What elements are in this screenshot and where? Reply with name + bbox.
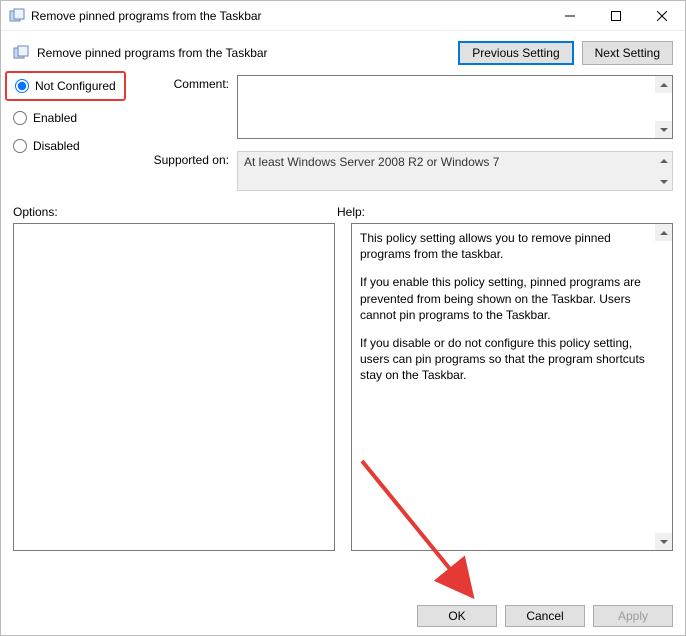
window-controls — [547, 1, 685, 30]
titlebar: Remove pinned programs from the Taskbar — [1, 1, 685, 31]
supported-on-field: At least Windows Server 2008 R2 or Windo… — [237, 151, 673, 191]
radio-not-configured-input[interactable] — [15, 79, 29, 93]
radio-disabled-input[interactable] — [13, 139, 27, 153]
help-label: Help: — [337, 205, 673, 219]
scroll-up-icon[interactable] — [655, 76, 672, 93]
comment-label: Comment: — [151, 75, 229, 91]
ok-button[interactable]: OK — [417, 605, 497, 627]
radio-not-configured[interactable]: Not Configured — [15, 79, 116, 93]
policy-icon — [13, 45, 29, 61]
comment-field[interactable] — [237, 75, 673, 139]
fields-area: Comment: Supported on: At least Windows … — [151, 75, 673, 191]
previous-setting-button[interactable]: Previous Setting — [458, 41, 573, 65]
supported-on-label: Supported on: — [151, 151, 229, 167]
radio-disabled-label: Disabled — [33, 139, 80, 153]
radio-enabled-label: Enabled — [33, 111, 77, 125]
pane-labels: Options: Help: — [1, 191, 685, 223]
window-title: Remove pinned programs from the Taskbar — [31, 9, 547, 23]
help-paragraph: This policy setting allows you to remove… — [360, 230, 664, 262]
state-radios: Not Configured Enabled Disabled — [13, 75, 133, 191]
scroll-down-icon[interactable] — [655, 121, 672, 138]
help-paragraph: If you disable or do not configure this … — [360, 335, 664, 384]
supported-on-value: At least Windows Server 2008 R2 or Windo… — [244, 155, 499, 169]
scroll-down-icon[interactable] — [655, 533, 672, 550]
maximize-button[interactable] — [593, 1, 639, 30]
header-bar: Remove pinned programs from the Taskbar … — [1, 31, 685, 75]
panes: This policy setting allows you to remove… — [1, 223, 685, 551]
help-paragraph: If you enable this policy setting, pinne… — [360, 274, 664, 323]
radio-enabled[interactable]: Enabled — [13, 111, 133, 125]
help-pane: This policy setting allows you to remove… — [351, 223, 673, 551]
next-setting-button[interactable]: Next Setting — [582, 41, 673, 65]
options-pane — [13, 223, 335, 551]
scroll-up-icon[interactable] — [655, 152, 672, 169]
radio-disabled[interactable]: Disabled — [13, 139, 133, 153]
highlight-annotation: Not Configured — [5, 71, 126, 101]
dialog-footer: OK Cancel Apply — [417, 605, 673, 627]
options-label: Options: — [13, 205, 337, 219]
radio-enabled-input[interactable] — [13, 111, 27, 125]
scroll-up-icon[interactable] — [655, 224, 672, 241]
scroll-down-icon[interactable] — [655, 173, 672, 190]
policy-icon — [9, 8, 25, 24]
radio-not-configured-label: Not Configured — [35, 79, 116, 93]
config-area: Not Configured Enabled Disabled Comment:… — [1, 75, 685, 191]
apply-button: Apply — [593, 605, 673, 627]
close-button[interactable] — [639, 1, 685, 30]
cancel-button[interactable]: Cancel — [505, 605, 585, 627]
minimize-button[interactable] — [547, 1, 593, 30]
header-title: Remove pinned programs from the Taskbar — [37, 46, 450, 60]
